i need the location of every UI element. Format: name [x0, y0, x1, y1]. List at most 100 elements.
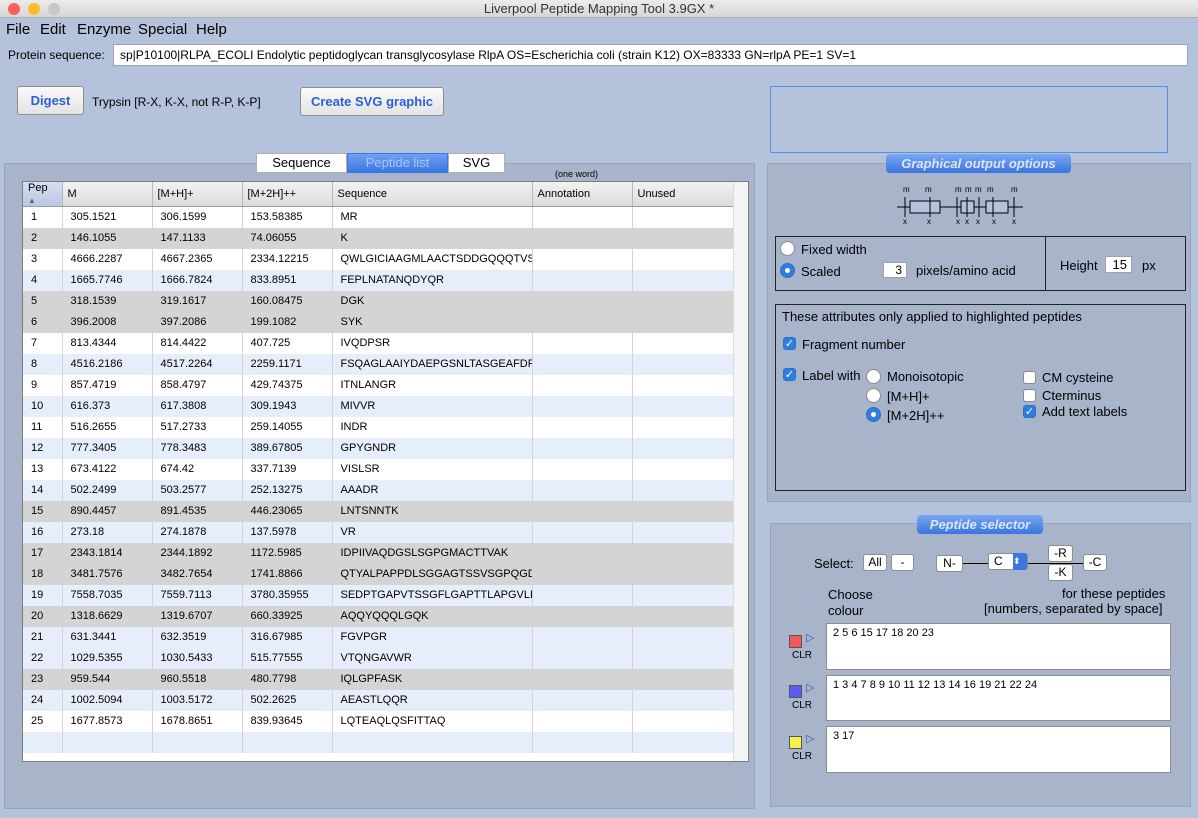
- cell-unused[interactable]: [632, 437, 736, 459]
- table-row[interactable]: 3 4666.2287 4667.2365 2334.12215 QWLGICIAAGM…: [23, 248, 736, 270]
- cell-annotation[interactable]: [532, 206, 633, 228]
- table-row[interactable]: 8 4516.2186 4517.2264 2259.1171 FSQAGLAAIYDA…: [23, 353, 736, 375]
- cell-unused[interactable]: [632, 269, 736, 291]
- cell-annotation[interactable]: [532, 647, 633, 669]
- peptide-numbers-field-3[interactable]: 3 17: [826, 726, 1171, 773]
- r-term-button[interactable]: -R: [1048, 545, 1073, 562]
- cell-unused[interactable]: [632, 710, 736, 732]
- cell-unused[interactable]: [632, 395, 736, 417]
- scaled-radio[interactable]: [780, 263, 795, 278]
- create-svg-button[interactable]: Create SVG graphic: [300, 87, 444, 116]
- protein-sequence-input[interactable]: sp|P10100|RLPA_ECOLI Endolytic peptidogl…: [113, 44, 1188, 66]
- cell-unused[interactable]: [632, 542, 736, 564]
- tab-peptide-list[interactable]: Peptide list: [347, 153, 448, 173]
- cell-unused[interactable]: [632, 311, 736, 333]
- table-row[interactable]: 9 857.4719 858.4797 429.74375 ITNLANGR: [23, 374, 736, 396]
- cell-unused[interactable]: [632, 668, 736, 690]
- tab-sequence[interactable]: Sequence: [256, 153, 347, 173]
- select-all-button[interactable]: All: [863, 554, 887, 571]
- play-icon[interactable]: ▷: [806, 732, 814, 745]
- cell-annotation[interactable]: [532, 542, 633, 564]
- digest-button[interactable]: Digest: [17, 86, 84, 115]
- cell-unused[interactable]: [632, 521, 736, 543]
- menu-edit[interactable]: Edit: [40, 21, 66, 38]
- clear-button-1[interactable]: CLR: [792, 650, 812, 661]
- table-row[interactable]: 4 1665.7746 1666.7824 833.8951 FEPLNATANQDYQ…: [23, 269, 736, 291]
- table-row[interactable]: 23 959.544 960.5518 480.7798 IQLGPFASK: [23, 668, 736, 690]
- table-row[interactable]: 6 396.2008 397.2086 199.1082 SYK: [23, 311, 736, 333]
- column-header-sequence[interactable]: Sequence: [332, 182, 533, 207]
- cell-annotation[interactable]: [532, 269, 633, 291]
- height-input[interactable]: 15: [1105, 256, 1132, 273]
- menu-file[interactable]: File: [6, 21, 30, 38]
- cell-unused[interactable]: [632, 206, 736, 228]
- cell-annotation[interactable]: [532, 500, 633, 522]
- table-row[interactable]: 11 516.2655 517.2733 259.14055 INDR: [23, 416, 736, 438]
- table-row[interactable]: 18 3481.7576 3482.7654 1741.8866 QTYALPAPPDL…: [23, 563, 736, 585]
- cell-unused[interactable]: [632, 605, 736, 627]
- table-row[interactable]: 15 890.4457 891.4535 446.23065 LNTSNNTK: [23, 500, 736, 522]
- cell-annotation[interactable]: [532, 689, 633, 711]
- column-header-mh[interactable]: [M+H]+: [152, 182, 243, 207]
- peptide-numbers-field-2[interactable]: 1 3 4 7 8 9 10 11 12 13 14 16 19 21 22 2…: [826, 675, 1171, 721]
- menu-special[interactable]: Special: [138, 21, 187, 38]
- fixed-width-radio[interactable]: [780, 241, 795, 256]
- table-row[interactable]: 12 777.3405 778.3483 389.67805 GPYGNDR: [23, 437, 736, 459]
- table-row[interactable]: 13 673.4122 674.42 337.7139 VISLSR: [23, 458, 736, 480]
- cell-annotation[interactable]: [532, 416, 633, 438]
- table-row[interactable]: 7 813.4344 814.4422 407.725 IVQDPSR: [23, 332, 736, 354]
- cell-annotation[interactable]: [532, 332, 633, 354]
- colour-swatch-2[interactable]: [789, 685, 802, 698]
- monoisotopic-radio[interactable]: [866, 369, 881, 384]
- c-term-select[interactable]: C ⬍: [988, 553, 1028, 570]
- cell-unused[interactable]: [632, 374, 736, 396]
- cell-annotation[interactable]: [532, 605, 633, 627]
- cell-unused[interactable]: [632, 626, 736, 648]
- table-row[interactable]: 21 631.3441 632.3519 316.67985 FGVPGR: [23, 626, 736, 648]
- cell-unused[interactable]: [632, 500, 736, 522]
- cell-annotation[interactable]: [532, 248, 633, 270]
- table-row[interactable]: 19 7558.7035 7559.7113 3780.35955 SEDPTGAPVT…: [23, 584, 736, 606]
- clear-button-2[interactable]: CLR: [792, 700, 812, 711]
- fragment-number-checkbox[interactable]: ✓: [783, 337, 796, 350]
- play-icon[interactable]: ▷: [806, 681, 814, 694]
- cell-annotation[interactable]: [532, 458, 633, 480]
- label-with-checkbox[interactable]: ✓: [783, 368, 796, 381]
- minimize-window-icon[interactable]: [28, 3, 40, 15]
- menu-help[interactable]: Help: [196, 21, 227, 38]
- cell-unused[interactable]: [632, 479, 736, 501]
- column-header-m2h[interactable]: [M+2H]++: [242, 182, 333, 207]
- n-term-button[interactable]: N-: [936, 555, 963, 572]
- tab-svg[interactable]: SVG: [448, 153, 505, 173]
- table-row[interactable]: 24 1002.5094 1003.5172 502.2625 AEASTLQQR: [23, 689, 736, 711]
- cell-annotation[interactable]: [532, 227, 633, 249]
- m2h-radio[interactable]: [866, 407, 881, 422]
- cell-unused[interactable]: [632, 689, 736, 711]
- column-header-pep[interactable]: Pep ▲: [23, 182, 63, 207]
- cell-unused[interactable]: [632, 353, 736, 375]
- menu-enzyme[interactable]: Enzyme: [77, 21, 131, 38]
- column-header-unused[interactable]: Unused: [632, 182, 736, 207]
- cell-annotation[interactable]: [532, 311, 633, 333]
- cell-annotation[interactable]: [532, 710, 633, 732]
- cell-unused[interactable]: [632, 248, 736, 270]
- cell-unused[interactable]: [632, 416, 736, 438]
- cell-annotation[interactable]: [532, 437, 633, 459]
- add-text-labels-checkbox[interactable]: ✓: [1023, 405, 1036, 418]
- cell-unused[interactable]: [632, 332, 736, 354]
- colour-swatch-3[interactable]: [789, 736, 802, 749]
- cell-annotation[interactable]: [532, 374, 633, 396]
- cell-annotation[interactable]: [532, 626, 633, 648]
- cell-annotation[interactable]: [532, 290, 633, 312]
- cell-unused[interactable]: [632, 563, 736, 585]
- cell-unused[interactable]: [632, 290, 736, 312]
- clear-button-3[interactable]: CLR: [792, 751, 812, 762]
- peptide-numbers-field-1[interactable]: 2 5 6 15 17 18 20 23: [826, 623, 1171, 670]
- table-row[interactable]: 20 1318.6629 1319.6707 660.33925 AQQYQQQLGQK: [23, 605, 736, 627]
- play-icon[interactable]: ▷: [806, 631, 814, 644]
- table-row[interactable]: 10 616.373 617.3808 309.1943 MIVVR: [23, 395, 736, 417]
- cell-annotation[interactable]: [532, 584, 633, 606]
- table-row[interactable]: 22 1029.5355 1030.5433 515.77555 VTQNGAVWR: [23, 647, 736, 669]
- column-header-annotation[interactable]: Annotation: [532, 182, 633, 207]
- cell-annotation[interactable]: [532, 563, 633, 585]
